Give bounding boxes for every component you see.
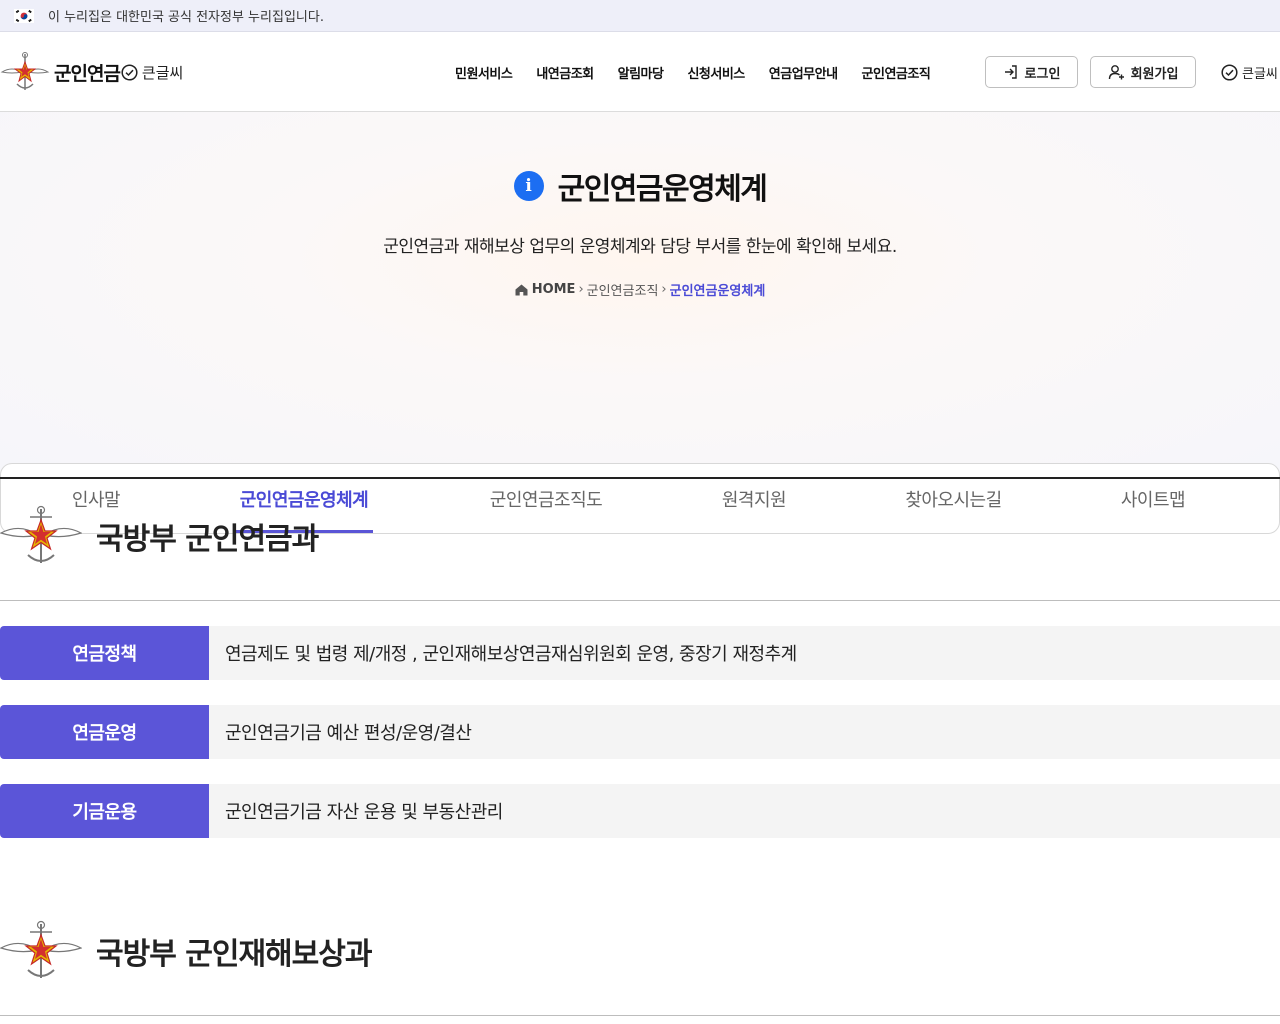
logo-name: 군인연금 — [54, 62, 121, 85]
duty-text: 연금제도 및 법령 제/개정 , 군인재해보상연금재심위원회 운영, 중장기 재… — [209, 626, 1280, 680]
duty-text: 군인연금기금 예산 편성/운영/결산 — [209, 705, 1280, 759]
login-label: 로그인 — [1024, 66, 1061, 82]
duty-text: 군인연금기금 자산 운용 및 부동산관리 — [209, 784, 1280, 838]
section-divider — [0, 600, 1280, 601]
tab-directions[interactable]: 찾아오시는길 — [881, 464, 1026, 533]
gnb-item-my-pension[interactable]: 내연금조회 — [536, 63, 594, 82]
mnd-emblem-icon — [0, 505, 82, 563]
page-hero: i 군인연금운영체계 군인연금과 재해보상 업무의 운영체계와 담당 부서를 한… — [0, 112, 1280, 534]
korea-flag-icon — [14, 8, 34, 23]
site-header: 군인연금 큰글씨 민원서비스 내연금조회 알림마당 신청서비스 연금업무안내 군… — [0, 32, 1280, 112]
tab-sitemap[interactable]: 사이트맵 — [1101, 464, 1205, 533]
breadcrumb-parent[interactable]: 군인연금조직 — [587, 280, 659, 299]
chevron-right-icon: › — [661, 282, 667, 297]
section-heading: 국방부 군인연금과 — [0, 503, 319, 569]
site-logo[interactable]: 군인연금 큰글씨 — [0, 50, 183, 94]
duty-label: 연금정책 — [0, 626, 209, 680]
join-label: 회원가입 — [1130, 66, 1179, 82]
logo-bigtext: 큰글씨 — [141, 63, 184, 82]
gov-banner-text: 이 누리집은 대한민국 공식 전자정부 누리집입니다. — [48, 10, 324, 25]
section-divider — [0, 477, 1280, 479]
login-icon — [1004, 65, 1017, 79]
breadcrumb-home-label: HOME — [531, 282, 576, 297]
page-title-row: i 군인연금운영체계 — [0, 164, 1280, 208]
breadcrumb-home[interactable]: HOME — [515, 282, 576, 297]
check-circle-icon — [121, 63, 138, 81]
duty-label: 기금운용 — [0, 784, 209, 838]
page-description: 군인연금과 재해보상 업무의 운영체계와 담당 부서를 한눈에 확인해 보세요. — [383, 237, 897, 257]
tab-remote-support[interactable]: 원격지원 — [701, 464, 807, 533]
chevron-right-icon: › — [578, 282, 584, 297]
mnd-emblem-icon — [0, 920, 82, 978]
gnb-item-notice[interactable]: 알림마당 — [618, 63, 664, 82]
gnb-item-civil-service[interactable]: 민원서비스 — [455, 63, 513, 82]
breadcrumb: HOME › 군인연금조직 › 군인연금운영체계 — [0, 280, 1280, 299]
section-title: 국방부 군인연금과 — [96, 522, 319, 557]
join-button[interactable]: 회원가입 — [1090, 56, 1196, 88]
duty-label: 연금운영 — [0, 705, 209, 759]
check-circle-icon — [1221, 64, 1238, 81]
tab-org-chart[interactable]: 군인연금조직도 — [471, 464, 621, 533]
section-divider — [0, 1015, 1280, 1016]
page-title: 군인연금운영체계 — [557, 172, 768, 207]
info-icon: i — [513, 171, 544, 201]
gnb-item-organization[interactable]: 군인연금조직 — [862, 63, 931, 82]
main-navigation: 민원서비스 내연금조회 알림마당 신청서비스 연금업무안내 군인연금조직 — [455, 63, 954, 82]
mnd-emblem-icon — [0, 52, 50, 90]
gov-banner: 이 누리집은 대한민국 공식 전자정부 누리집입니다. — [0, 0, 1280, 32]
duty-row: 연금정책 연금제도 및 법령 제/개정 , 군인재해보상연금재심위원회 운영, … — [0, 626, 1280, 680]
breadcrumb-current: 군인연금운영체계 — [669, 284, 766, 299]
home-icon — [515, 284, 528, 295]
section-title: 국방부 군인재해보상과 — [96, 937, 372, 972]
login-button[interactable]: 로그인 — [985, 56, 1078, 88]
bigtext-label: 큰글씨 — [1242, 67, 1278, 82]
duty-row: 연금운영 군인연금기금 예산 편성/운영/결산 — [0, 705, 1280, 759]
gnb-item-application[interactable]: 신청서비스 — [687, 63, 745, 82]
section-heading: 국방부 군인재해보상과 — [0, 918, 372, 984]
duty-row: 기금운용 군인연금기금 자산 운용 및 부동산관리 — [0, 784, 1280, 838]
user-add-icon — [1108, 65, 1124, 80]
bigtext-toggle[interactable]: 큰글씨 — [1221, 63, 1278, 82]
gnb-item-pension-guide[interactable]: 연금업무안내 — [769, 63, 838, 82]
